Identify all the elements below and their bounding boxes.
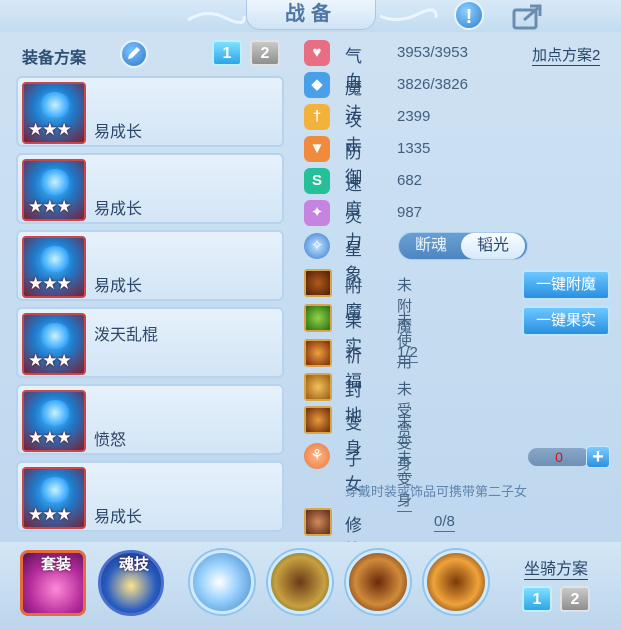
child-icon: ⚘ bbox=[304, 443, 330, 469]
strike-skill-icon[interactable] bbox=[424, 550, 488, 614]
swirl-ornament-right bbox=[379, 8, 438, 21]
fist-skill-icon[interactable] bbox=[190, 550, 254, 614]
stat-value: 3953/3953 bbox=[397, 44, 468, 61]
set-skill-label: 套装 bbox=[40, 556, 71, 573]
equip-plan-2-button[interactable]: 2 bbox=[250, 40, 280, 66]
star-rating: ★★★ bbox=[28, 274, 72, 293]
one-click-enchant-button[interactable]: 一键附魔 bbox=[522, 270, 610, 300]
page-title: 战备 bbox=[246, 0, 376, 30]
star-rating: ★★★ bbox=[28, 428, 72, 447]
set-skill-button[interactable]: 套装 bbox=[20, 550, 86, 616]
children-hint: 穿戴时装或饰品可携带第二子女 bbox=[345, 484, 528, 499]
mount-plan-label[interactable]: 坐骑方案 bbox=[524, 555, 589, 580]
equip-item-name: 愤怒 bbox=[94, 432, 127, 449]
stat-value: 682 bbox=[397, 172, 423, 189]
soul-skill-label: 魂技 bbox=[118, 556, 149, 573]
equip-item-name: 易成长 bbox=[94, 124, 143, 141]
title-bar: 战备 ! bbox=[0, 0, 621, 32]
plus-icon[interactable]: + bbox=[586, 446, 610, 468]
edit-icon[interactable] bbox=[120, 40, 148, 68]
stat-value: 2399 bbox=[397, 108, 431, 125]
equip-slot-1[interactable]: ★★★ 易成长 bbox=[16, 76, 284, 147]
soul-skill-button[interactable]: 魂技 bbox=[98, 550, 164, 616]
stat-value: 987 bbox=[397, 204, 423, 221]
awaken-icon bbox=[304, 508, 332, 536]
star-rating: ★★★ bbox=[28, 351, 72, 370]
equip-slot-2[interactable]: ★★★ 易成长 bbox=[16, 153, 284, 224]
stat-value: 3826/3826 bbox=[397, 76, 468, 93]
star-rating: ★★★ bbox=[28, 120, 72, 139]
toggle-option-duanhun[interactable]: 断魂 bbox=[399, 233, 463, 259]
equip-item-name: 易成长 bbox=[94, 509, 143, 526]
spirit-icon: ✦ bbox=[304, 200, 330, 226]
equip-slot-3[interactable]: ★★★ 易成长 bbox=[16, 230, 284, 301]
fruit-icon bbox=[304, 304, 332, 332]
heart-icon: ♥ bbox=[304, 40, 330, 66]
exclamation-icon[interactable]: ! bbox=[454, 0, 484, 30]
equip-item-icon: ★★★ bbox=[22, 390, 86, 452]
star-rating: ★★★ bbox=[28, 505, 72, 524]
equip-slot-4[interactable]: ★★★ 泼天乱棍 bbox=[16, 307, 284, 378]
swirl-ornament-left bbox=[187, 12, 246, 24]
one-click-fruit-button[interactable]: 一键果实 bbox=[522, 306, 610, 336]
enchant-icon bbox=[304, 269, 332, 297]
sword-icon: † bbox=[304, 104, 330, 130]
equip-slot-5[interactable]: ★★★ 愤怒 bbox=[16, 384, 284, 455]
equip-item-icon: ★★★ bbox=[22, 82, 86, 144]
equip-item-name: 易成长 bbox=[94, 201, 143, 218]
stat-value: 1335 bbox=[397, 140, 431, 157]
attr-plan-link[interactable]: 加点方案2 bbox=[532, 44, 601, 66]
star-compass-icon: ✧ bbox=[304, 233, 330, 259]
pray-icon bbox=[304, 339, 332, 367]
extra-value[interactable]: 1/2 bbox=[397, 344, 418, 363]
fief-icon bbox=[304, 373, 332, 401]
shield-icon: ▼ bbox=[304, 136, 330, 162]
equip-plan-1-button[interactable]: 1 bbox=[212, 40, 242, 66]
magic-icon: ◆ bbox=[304, 72, 330, 98]
blade-skill-icon[interactable] bbox=[346, 550, 410, 614]
equip-item-name: 泼天乱棍 bbox=[94, 327, 159, 344]
children-counter: 0 + bbox=[528, 446, 610, 468]
mount-plan-1-button[interactable]: 1 bbox=[522, 586, 552, 612]
mount-plan-2-button[interactable]: 2 bbox=[560, 586, 590, 612]
equip-item-icon: ★★★ bbox=[22, 236, 86, 298]
equip-item-icon: ★★★ bbox=[22, 313, 86, 375]
children-count: 0 bbox=[528, 448, 590, 466]
star-rating: ★★★ bbox=[28, 197, 72, 216]
equip-slot-6[interactable]: ★★★ 易成长 bbox=[16, 461, 284, 532]
warrior-skill-icon[interactable] bbox=[268, 550, 332, 614]
star-image-toggle[interactable]: 断魂 韬光 bbox=[398, 232, 528, 260]
transform-icon bbox=[304, 406, 332, 434]
share-icon[interactable] bbox=[510, 0, 546, 32]
equip-item-icon: ★★★ bbox=[22, 159, 86, 221]
equip-plan-label: 装备方案 bbox=[22, 50, 87, 67]
awaken-value[interactable]: 0/8 bbox=[434, 513, 455, 532]
toggle-option-taoguang[interactable]: 韬光 bbox=[461, 233, 525, 259]
speed-icon: S bbox=[304, 168, 330, 194]
equip-plan-panel: 装备方案 1 2 ★★★ 易成长 ★★★ 易成长 ★★★ 易成长 ★★★ 泼天乱 bbox=[14, 38, 288, 538]
children-value[interactable]: 未变身 bbox=[397, 447, 413, 512]
equip-item-name: 易成长 bbox=[94, 278, 143, 295]
equip-item-icon: ★★★ bbox=[22, 467, 86, 529]
